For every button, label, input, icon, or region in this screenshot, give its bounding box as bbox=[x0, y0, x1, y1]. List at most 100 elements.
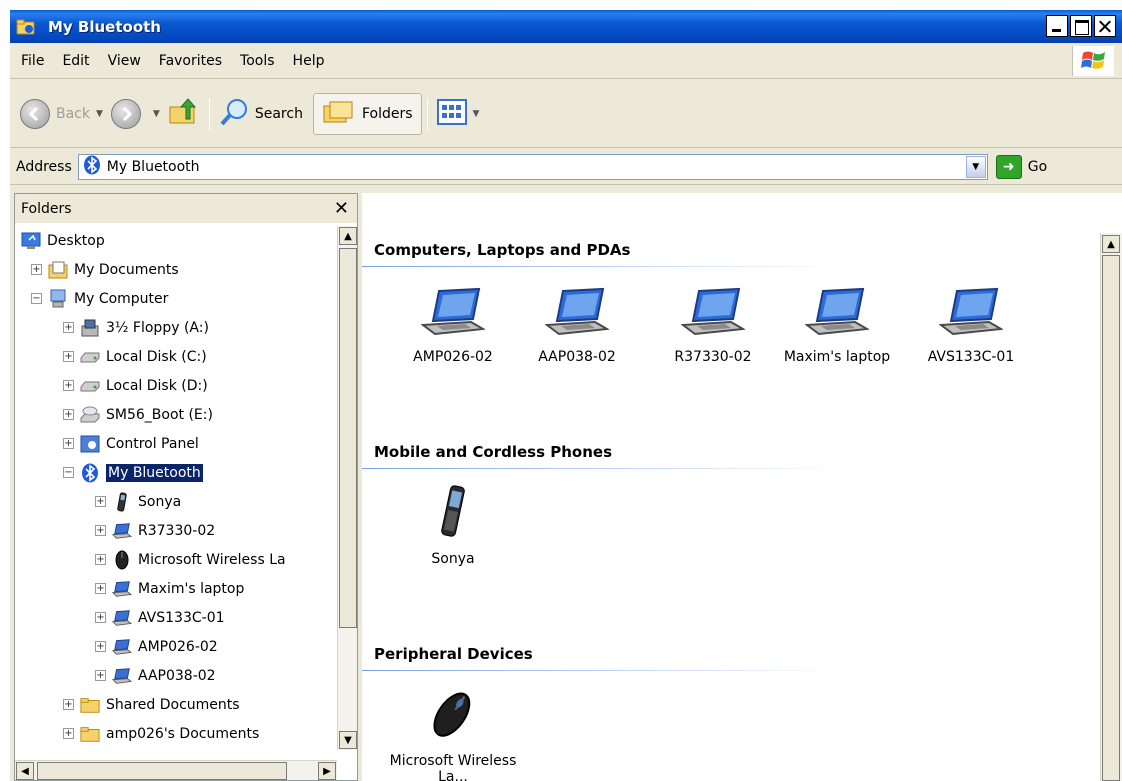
back-label: Back bbox=[56, 105, 90, 122]
minimize-button[interactable] bbox=[1046, 15, 1068, 37]
expand-icon[interactable]: + bbox=[95, 554, 106, 565]
address-label: Address bbox=[16, 158, 72, 175]
device-label: R37330-02 bbox=[674, 349, 752, 365]
tree-item[interactable]: + Local Disk (D:) bbox=[63, 371, 208, 400]
tree-item[interactable]: + SM56_Boot (E:) bbox=[63, 400, 213, 429]
expand-icon[interactable]: + bbox=[95, 496, 106, 507]
explorer-window: My Bluetooth File Edit View Favorites To… bbox=[10, 10, 1122, 781]
address-field[interactable]: My Bluetooth ▼ bbox=[77, 153, 988, 180]
expand-icon[interactable]: + bbox=[95, 612, 106, 623]
tree-item-label: Microsoft Wireless La bbox=[138, 551, 286, 568]
tree-item[interactable]: − My Computer bbox=[31, 284, 168, 313]
device-label: Maxim's laptop bbox=[783, 349, 891, 365]
menu-view[interactable]: View bbox=[99, 53, 150, 69]
tree-item[interactable]: + amp026's Documents bbox=[63, 719, 259, 748]
scroll-left-icon[interactable]: ◀ bbox=[16, 762, 34, 780]
disk-icon bbox=[80, 376, 100, 396]
tree-item[interactable]: + AVS133C-01 bbox=[95, 603, 225, 632]
tree-item-label: AVS133C-01 bbox=[138, 609, 225, 626]
expand-icon[interactable]: + bbox=[63, 699, 74, 710]
tree-item[interactable]: + Microsoft Wireless La bbox=[95, 545, 286, 574]
search-button[interactable]: Search bbox=[215, 93, 307, 135]
tree-item[interactable]: + Maxim's laptop bbox=[95, 574, 244, 603]
device-item[interactable]: AVS133C-01 bbox=[906, 281, 1036, 365]
tree-item-label: AAP038-02 bbox=[138, 667, 216, 684]
menu-help[interactable]: Help bbox=[284, 53, 334, 69]
tree-item[interactable]: Desktop bbox=[21, 226, 105, 255]
device-item[interactable]: Maxim's laptop bbox=[772, 281, 902, 365]
address-dropdown-icon[interactable]: ▼ bbox=[965, 155, 986, 178]
tree-item[interactable]: + Shared Documents bbox=[63, 690, 240, 719]
menu-edit[interactable]: Edit bbox=[53, 53, 98, 69]
tree-item[interactable]: + AAP038-02 bbox=[95, 661, 216, 690]
tree-item[interactable]: + R37330-02 bbox=[95, 516, 215, 545]
expand-icon[interactable]: + bbox=[63, 351, 74, 362]
up-folder-button[interactable] bbox=[164, 93, 204, 135]
expand-icon[interactable]: + bbox=[63, 409, 74, 420]
maximize-button[interactable] bbox=[1070, 15, 1092, 37]
close-button[interactable] bbox=[1094, 15, 1116, 37]
go-button[interactable]: ➜ Go bbox=[995, 154, 1047, 179]
expand-icon[interactable]: + bbox=[63, 380, 74, 391]
scroll-up-icon[interactable]: ▲ bbox=[339, 227, 357, 245]
scroll-right-icon[interactable]: ▶ bbox=[318, 762, 336, 780]
folders-vertical-scrollbar[interactable]: ▲ ▼ bbox=[337, 226, 357, 750]
content-scroll-thumb[interactable] bbox=[1102, 255, 1120, 781]
expand-icon[interactable]: + bbox=[63, 322, 74, 333]
my-documents-icon bbox=[48, 260, 68, 280]
mouse-icon bbox=[388, 685, 518, 741]
bluetooth-icon bbox=[80, 463, 100, 483]
expand-icon[interactable]: + bbox=[63, 728, 74, 739]
tree-item[interactable]: + Local Disk (C:) bbox=[63, 342, 207, 371]
menu-favorites[interactable]: Favorites bbox=[150, 53, 231, 69]
horizontal-scroll-thumb[interactable] bbox=[37, 762, 287, 780]
expand-icon[interactable]: + bbox=[31, 264, 42, 275]
title-bar[interactable]: My Bluetooth bbox=[10, 10, 1122, 43]
control-panel-icon bbox=[80, 434, 100, 454]
scroll-thumb[interactable] bbox=[339, 248, 357, 628]
tree-item[interactable]: + Sonya bbox=[95, 487, 181, 516]
tree-item[interactable]: +3½ Floppy (A:) bbox=[63, 313, 209, 342]
collapse-icon[interactable]: − bbox=[31, 293, 42, 304]
folders-label: Folders bbox=[361, 105, 413, 122]
menu-tools[interactable]: Tools bbox=[231, 53, 284, 69]
tree-item[interactable]: + AMP026-02 bbox=[95, 632, 218, 661]
search-label: Search bbox=[254, 105, 303, 122]
menu-file[interactable]: File bbox=[12, 53, 53, 69]
collapse-icon[interactable]: − bbox=[63, 467, 74, 478]
expand-icon[interactable]: + bbox=[63, 438, 74, 449]
views-icon bbox=[436, 98, 467, 129]
views-button[interactable]: ▼ bbox=[433, 93, 484, 135]
content-scroll-up-icon[interactable]: ▲ bbox=[1102, 235, 1120, 253]
tree-item[interactable]: + My Documents bbox=[31, 255, 179, 284]
laptop-icon bbox=[112, 579, 132, 599]
laptop-icon bbox=[388, 281, 518, 337]
mouse-icon bbox=[112, 550, 132, 570]
views-dropdown-icon[interactable]: ▼ bbox=[473, 109, 480, 119]
device-item[interactable]: AMP026-02 bbox=[388, 281, 518, 365]
folders-horizontal-scrollbar[interactable]: ◀ ▶ bbox=[15, 760, 337, 780]
device-item[interactable]: Microsoft Wireless La... bbox=[388, 685, 518, 781]
forward-button[interactable]: ▼ bbox=[107, 93, 164, 135]
back-arrow-icon bbox=[20, 98, 50, 129]
tree-item-label: Maxim's laptop bbox=[138, 580, 245, 597]
back-button[interactable]: Back ▼ bbox=[16, 93, 107, 135]
tree-item[interactable]: + Control Panel bbox=[63, 429, 199, 458]
folders-close-icon[interactable]: ✕ bbox=[334, 198, 349, 219]
expand-icon[interactable]: + bbox=[95, 670, 106, 681]
folders-button[interactable]: Folders bbox=[312, 92, 422, 135]
device-item[interactable]: Sonya bbox=[388, 483, 518, 567]
expand-icon[interactable]: + bbox=[95, 641, 106, 652]
expand-icon[interactable]: + bbox=[95, 525, 106, 536]
desktop-icon bbox=[21, 231, 41, 251]
forward-dropdown-icon[interactable]: ▼ bbox=[153, 109, 160, 119]
content-vertical-scrollbar[interactable]: ▲ bbox=[1100, 233, 1122, 781]
tree-item-label: Local Disk (D:) bbox=[106, 377, 208, 394]
expand-icon[interactable]: + bbox=[95, 583, 106, 594]
back-dropdown-icon[interactable]: ▼ bbox=[96, 109, 103, 119]
device-item[interactable]: R37330-02 bbox=[648, 281, 778, 365]
device-item[interactable]: AAP038-02 bbox=[512, 281, 642, 365]
tree-item[interactable]: − My Bluetooth bbox=[63, 458, 203, 487]
scroll-down-icon[interactable]: ▼ bbox=[339, 731, 357, 749]
phone-icon bbox=[112, 491, 132, 512]
